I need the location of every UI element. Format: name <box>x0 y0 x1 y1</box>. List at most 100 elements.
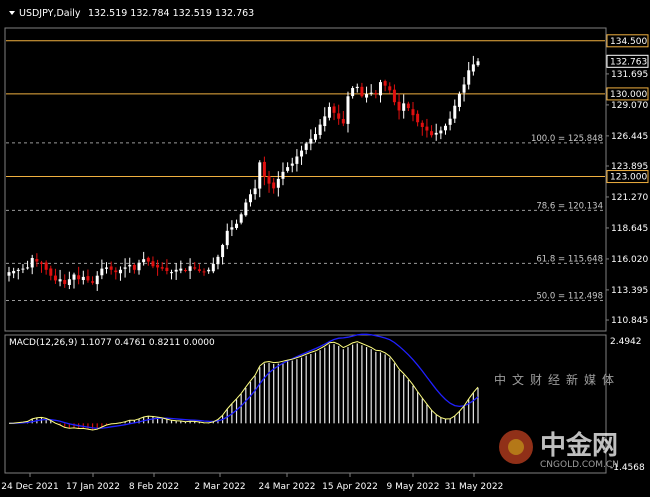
date-label: 15 Apr 2022 <box>322 482 378 492</box>
candle-body <box>253 188 257 195</box>
price-tick-label: 131.695 <box>611 70 648 80</box>
candle-body <box>123 267 127 269</box>
candle-body <box>12 270 16 274</box>
candle-body <box>411 109 415 116</box>
candle-body <box>262 161 266 177</box>
candle-body <box>7 272 11 276</box>
candle-body <box>272 182 276 189</box>
candle-body <box>378 82 382 96</box>
candle-body <box>318 124 322 135</box>
fibo-label: 50.0 = 112.498 <box>536 292 603 302</box>
candle-body <box>86 276 90 281</box>
level-label: 123.000 <box>610 173 647 183</box>
candle-body <box>267 176 271 184</box>
candle-body <box>35 259 39 262</box>
macd-scale-bottom: -1.4568 <box>610 463 645 473</box>
candle-body <box>374 93 378 95</box>
candle-body <box>369 92 373 94</box>
symbol-dropdown-icon[interactable] <box>9 11 15 15</box>
horizontal-levels: 134.500 130.000 123.000 <box>6 34 649 184</box>
candle-body <box>365 93 369 98</box>
date-label: 24 Dec 2021 <box>1 482 59 492</box>
level-label: 130.000 <box>610 90 647 100</box>
level-label: 134.500 <box>610 37 647 47</box>
date-label: 8 Feb 2022 <box>129 482 179 492</box>
candle-body <box>53 275 57 281</box>
candle-body <box>439 130 443 134</box>
candle-body <box>179 268 183 271</box>
price-tick-label: 118.645 <box>611 224 648 234</box>
candle-body <box>341 119 345 124</box>
date-label: 24 Mar 2022 <box>258 482 315 492</box>
chart-window[interactable]: 中金网 中文财经新媒体 CNGOLD.COM.CN 134.500 130.000… <box>0 0 650 497</box>
candle-body <box>448 118 452 125</box>
fibo-label: 78.6 = 120.134 <box>536 201 603 211</box>
candle-body <box>16 269 20 271</box>
candle-body <box>193 267 197 269</box>
price-tick-label: 123.895 <box>611 162 648 172</box>
candle-body <box>383 81 387 86</box>
date-label: 9 May 2022 <box>387 482 440 492</box>
candle-body <box>230 227 234 230</box>
candle-body <box>443 125 447 131</box>
candle-body <box>183 269 187 271</box>
candle-body <box>239 214 243 223</box>
macd-label: MACD(12,26,9) 1.1077 0.4761 0.8211 0.000… <box>9 338 215 348</box>
candle-body <box>151 261 155 267</box>
candle-body <box>332 106 336 113</box>
candle-body <box>95 275 99 285</box>
symbol-timeframe: USDJPY,Daily <box>19 8 81 19</box>
candle-body <box>360 86 364 97</box>
candle-body <box>309 138 313 144</box>
price-tick-label: 126.445 <box>611 132 648 142</box>
watermark-tagline: 中文财经新媒体 <box>494 372 620 387</box>
candlestick-series <box>7 55 480 291</box>
candle-body <box>337 113 341 119</box>
price-tick-label: 110.845 <box>611 316 648 326</box>
candle-body <box>160 267 164 269</box>
candle-body <box>258 162 262 189</box>
price-tick-label: 116.020 <box>611 255 648 265</box>
candle-body <box>290 163 294 166</box>
candle-body <box>235 223 239 228</box>
candle-body <box>72 274 76 280</box>
price-panel-border <box>4 27 607 332</box>
candle-body <box>295 156 299 164</box>
candle-body <box>81 276 85 281</box>
candle-body <box>457 93 461 107</box>
candle-body <box>430 131 434 136</box>
candle-body <box>63 280 67 284</box>
candle-body <box>142 259 146 263</box>
candle-body <box>30 257 34 268</box>
candle-body <box>202 271 206 273</box>
ohlc-values: 132.519 132.784 132.519 132.763 <box>88 8 254 19</box>
watermark-brand: 中金网 <box>540 430 618 461</box>
candle-body <box>156 264 160 268</box>
candle-body <box>91 281 95 283</box>
candle-body <box>346 96 350 124</box>
candle-body <box>244 202 248 216</box>
candle-body <box>281 171 285 179</box>
candle-body <box>355 86 359 89</box>
candle-body <box>26 267 30 269</box>
candle-body <box>248 194 252 203</box>
candle-body <box>323 116 327 127</box>
candle-body <box>170 272 174 274</box>
candle-body <box>132 264 136 270</box>
candle-body <box>211 263 215 272</box>
candle-body <box>67 279 71 285</box>
candle-body <box>286 167 290 171</box>
macd-signal-line <box>9 333 479 429</box>
candle-body <box>313 134 317 140</box>
date-label: 2 Mar 2022 <box>194 482 245 492</box>
candle-body <box>216 256 220 265</box>
candle-body <box>462 84 466 93</box>
date-label: 31 May 2022 <box>445 482 504 492</box>
date-label: 17 Jan 2022 <box>66 482 120 492</box>
candle-body <box>77 275 81 280</box>
candle-body <box>49 268 53 276</box>
candle-body <box>304 143 308 150</box>
candle-body <box>44 262 48 270</box>
price-tick-label: 121.270 <box>611 193 648 203</box>
candle-body <box>416 113 420 123</box>
